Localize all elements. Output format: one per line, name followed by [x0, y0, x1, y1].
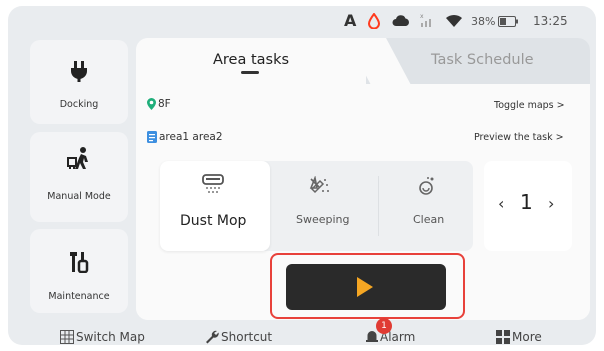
- sidebar-item-label: Manual Mode: [47, 191, 111, 202]
- sweeping-icon: [309, 176, 329, 194]
- plug-icon: [71, 61, 87, 82]
- bottom-item-switch-map[interactable]: Switch Map: [60, 330, 145, 344]
- water-drop-icon: [368, 13, 380, 29]
- svg-text:x: x: [420, 13, 424, 20]
- sidebar-item-manual-mode[interactable]: Manual Mode: [30, 132, 128, 222]
- wifi-icon: [446, 14, 462, 27]
- tools-icon: [70, 252, 89, 273]
- mode-divider: [378, 176, 379, 236]
- bottom-item-more[interactable]: More: [496, 330, 542, 344]
- play-icon: [357, 277, 373, 297]
- tab-area-tasks-label[interactable]: Area tasks: [213, 52, 289, 68]
- mode-label: Sweeping: [296, 213, 350, 226]
- increment-button[interactable]: ›: [548, 194, 554, 213]
- dust-mop-icon: [202, 174, 224, 193]
- sidebar-item-label: Maintenance: [48, 291, 110, 302]
- area-names: area1 area2: [159, 131, 223, 143]
- sidebar-item-maintenance[interactable]: Maintenance: [30, 229, 128, 313]
- alarm-icon: [366, 331, 378, 342]
- bottom-item-shortcut[interactable]: Shortcut: [205, 330, 272, 344]
- bottom-item-label: Shortcut: [221, 330, 273, 344]
- toggle-maps-link[interactable]: Toggle maps >: [494, 100, 565, 111]
- bottom-item-alarm[interactable]: Alarm: [366, 330, 415, 344]
- status-letter: A: [344, 11, 357, 30]
- preview-task-link[interactable]: Preview the task >: [474, 132, 564, 143]
- bottom-item-label: More: [512, 330, 542, 344]
- person-pushing-icon: [67, 147, 88, 169]
- status-bar: A x 38% 13:25: [8, 6, 596, 40]
- sidebar-item-label: Docking: [59, 99, 99, 110]
- sidebar-item-docking[interactable]: Docking: [30, 40, 128, 124]
- count-value: 1: [520, 190, 533, 214]
- bottom-item-label: Switch Map: [76, 330, 145, 344]
- signal-icon: x: [420, 13, 431, 27]
- device-screen: A x 38% 13:25 Docking Manual Mode Mainte…: [8, 6, 596, 345]
- decrement-button[interactable]: ‹: [498, 194, 504, 213]
- battery-icon: [498, 16, 518, 27]
- mode-label: Clean: [413, 213, 445, 226]
- alarm-count-badge: 1: [376, 318, 392, 334]
- map-grid-icon: [60, 330, 74, 344]
- wrench-icon: [206, 330, 219, 344]
- more-grid-icon: [496, 330, 510, 344]
- area-list-icon: [147, 131, 157, 143]
- cloud-icon: [392, 15, 409, 26]
- battery-percent: 38%: [471, 15, 496, 28]
- tab-task-schedule-label[interactable]: Task Schedule: [431, 52, 534, 68]
- active-tab-indicator: [241, 71, 259, 74]
- floor-label: 8F: [158, 98, 171, 110]
- clean-icon: [419, 177, 434, 195]
- mode-label: Dust Mop: [180, 213, 247, 229]
- location-pin-icon: [147, 98, 156, 110]
- status-time: 13:25: [533, 14, 568, 28]
